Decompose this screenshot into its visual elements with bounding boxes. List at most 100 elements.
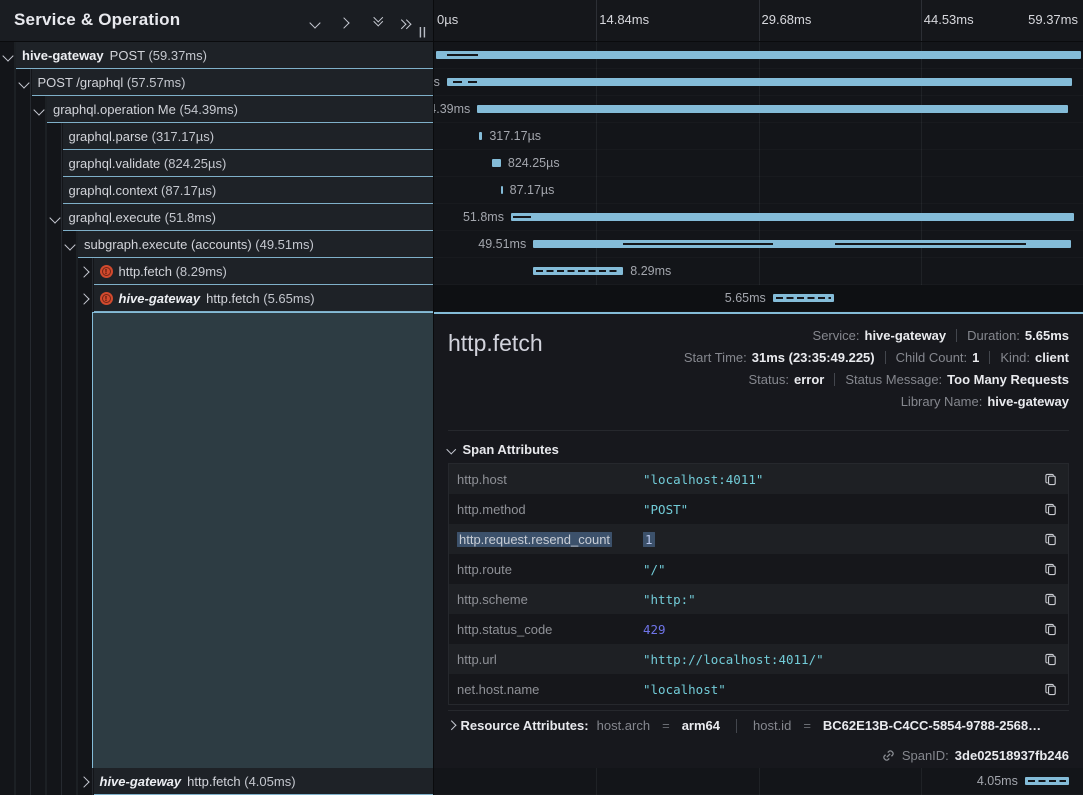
span-bar[interactable] xyxy=(492,159,501,167)
collapse-one-button[interactable] xyxy=(311,14,329,30)
span-row-content[interactable]: !hive-gatewayhttp.fetch (5.65ms) xyxy=(94,285,434,312)
span-bar[interactable] xyxy=(447,78,1072,86)
timeline-row[interactable]: 5.65ms xyxy=(434,285,1083,312)
span-row-content[interactable]: graphql.validate (824.25µs) xyxy=(63,150,434,177)
span-bar-duration-label: 4.05ms xyxy=(977,768,1018,795)
span-bar[interactable] xyxy=(1025,777,1069,785)
span-bar-child-marker xyxy=(513,216,531,219)
copy-icon[interactable] xyxy=(1042,590,1060,608)
span-attributes-title: Span Attributes xyxy=(463,442,559,457)
timeline-row[interactable]: 54.39ms xyxy=(434,96,1083,123)
span-row-content[interactable]: graphql.context (87.17µs) xyxy=(63,177,434,204)
span-duration: (49.51ms) xyxy=(255,237,314,252)
attribute-key: http.url xyxy=(457,652,643,667)
resource-equals: = xyxy=(662,718,670,733)
chevron-right-icon[interactable] xyxy=(78,293,89,304)
span-attributes-header[interactable]: Span Attributes xyxy=(448,442,559,457)
timeline-bottom-row: 4.05ms xyxy=(434,768,1083,795)
span-bar[interactable] xyxy=(501,186,503,194)
copy-icon[interactable] xyxy=(1042,680,1060,698)
attribute-row[interactable]: http.url"http://localhost:4011/" xyxy=(449,644,1068,674)
copy-icon[interactable] xyxy=(1042,560,1060,578)
attribute-row[interactable]: http.request.resend_count1 xyxy=(449,524,1068,554)
tree-row[interactable]: !hive-gatewayhttp.fetch (5.65ms) xyxy=(0,285,433,312)
span-row-content[interactable]: hive-gatewayhttp.fetch (4.05ms) xyxy=(94,768,434,795)
indent-gutter xyxy=(0,285,94,312)
span-bar[interactable] xyxy=(533,240,1071,248)
tree-row[interactable]: graphql.context (87.17µs) xyxy=(0,177,433,204)
attribute-row[interactable]: http.status_code429 xyxy=(449,614,1068,644)
tree-row[interactable]: POST /graphql (57.57ms) xyxy=(0,69,433,96)
selected-span-block[interactable] xyxy=(92,312,433,768)
span-row-content[interactable]: subgraph.execute (accounts) (49.51ms) xyxy=(78,231,433,258)
chevron-right-icon[interactable] xyxy=(78,266,89,277)
tree-row[interactable]: graphql.operation Me (54.39ms) xyxy=(0,96,433,123)
copy-icon[interactable] xyxy=(1042,470,1060,488)
chevron-right-icon[interactable] xyxy=(78,776,89,787)
span-bar[interactable] xyxy=(511,213,1074,221)
tree-row[interactable]: subgraph.execute (accounts) (49.51ms) xyxy=(0,231,433,258)
expand-all-button[interactable] xyxy=(398,14,416,30)
detail-meta-line: Start Time:31ms (23:35:49.225)Child Coun… xyxy=(684,346,1069,368)
span-bar-dash-marker xyxy=(1028,780,1066,783)
chevron-down-icon[interactable] xyxy=(33,104,44,115)
timeline-row[interactable]: 87.17µs xyxy=(434,177,1083,204)
copy-icon[interactable] xyxy=(1042,530,1060,548)
resource-attributes-row[interactable]: Resource Attributes: host.arch=arm64host… xyxy=(448,718,1069,733)
indent-gutter xyxy=(0,204,63,231)
meta-label: Child Count: xyxy=(896,350,968,365)
indent-gutter xyxy=(0,312,92,768)
copy-icon[interactable] xyxy=(1042,500,1060,518)
tree-row[interactable]: hive-gatewayPOST (59.37ms) xyxy=(0,42,433,69)
attribute-row[interactable]: http.route"/" xyxy=(449,554,1068,584)
attribute-row[interactable]: net.host.name"localhost" xyxy=(449,674,1068,704)
span-row-content[interactable]: graphql.parse (317.17µs) xyxy=(63,123,434,150)
span-bar-duration-label: 51.8ms xyxy=(463,204,504,231)
span-row-content[interactable]: graphql.operation Me (54.39ms) xyxy=(47,96,433,123)
tree-row[interactable]: !http.fetch (8.29ms) xyxy=(0,258,433,285)
span-row-content[interactable]: POST /graphql (57.57ms) xyxy=(32,69,434,96)
timeline-row[interactable]: 59.37ms xyxy=(434,42,1083,69)
trace-viewer: 0µs14.84ms29.68ms44.53ms59.37ms 59.37ms5… xyxy=(0,0,1083,795)
timeline-ruler[interactable]: 0µs14.84ms29.68ms44.53ms59.37ms xyxy=(434,0,1083,42)
chevron-down-icon[interactable] xyxy=(64,239,75,250)
tree-row[interactable]: graphql.validate (824.25µs) xyxy=(0,150,433,177)
attribute-row[interactable]: http.scheme"http:" xyxy=(449,584,1068,614)
indent-gutter xyxy=(0,768,94,795)
timeline-row[interactable]: 317.17µs xyxy=(434,123,1083,150)
span-bar[interactable] xyxy=(436,51,1081,59)
chevron-down-icon[interactable] xyxy=(2,50,13,61)
tree-row[interactable]: graphql.execute (51.8ms) xyxy=(0,204,433,231)
attribute-value: "http://localhost:4011/" xyxy=(643,652,1042,667)
copy-icon[interactable] xyxy=(1042,650,1060,668)
span-bar[interactable] xyxy=(479,132,482,140)
expand-one-button[interactable] xyxy=(340,14,358,30)
timeline-pane: 0µs14.84ms29.68ms44.53ms59.37ms 59.37ms5… xyxy=(434,0,1083,795)
span-bar-duration-label: 87.17µs xyxy=(510,177,555,204)
timeline-row[interactable]: 49.51ms xyxy=(434,231,1083,258)
attribute-key: http.scheme xyxy=(457,592,643,607)
span-bar[interactable] xyxy=(477,105,1068,113)
span-row-content[interactable]: hive-gatewayPOST (59.37ms) xyxy=(16,42,433,69)
meta-separator xyxy=(989,351,990,364)
tree-row[interactable]: graphql.parse (317.17µs) xyxy=(0,123,433,150)
tree-row[interactable]: hive-gatewayhttp.fetch (4.05ms) xyxy=(0,768,433,795)
span-row-content[interactable]: graphql.execute (51.8ms) xyxy=(63,204,434,231)
chevron-down-icon[interactable] xyxy=(18,77,29,88)
timeline-row[interactable]: 8.29ms xyxy=(434,258,1083,285)
pane-resize-grip[interactable]: || xyxy=(419,26,427,38)
attribute-row[interactable]: http.method"POST" xyxy=(449,494,1068,524)
timeline-row[interactable]: 51.8ms xyxy=(434,204,1083,231)
span-row-content[interactable]: !http.fetch (8.29ms) xyxy=(94,258,434,285)
copy-icon[interactable] xyxy=(1042,620,1060,638)
attribute-row[interactable]: http.host"localhost:4011" xyxy=(449,464,1068,494)
span-bar[interactable] xyxy=(773,294,834,302)
collapse-all-button[interactable] xyxy=(369,14,387,30)
timeline-row[interactable]: 57.57ms xyxy=(434,69,1083,96)
span-bar-dash-marker xyxy=(776,297,831,300)
timeline-row[interactable]: 824.25µs xyxy=(434,150,1083,177)
span-bar[interactable] xyxy=(533,267,623,275)
timeline-row[interactable]: 4.05ms xyxy=(434,768,1083,795)
chevron-down-icon[interactable] xyxy=(49,212,60,223)
attribute-value: "localhost:4011" xyxy=(643,472,1042,487)
